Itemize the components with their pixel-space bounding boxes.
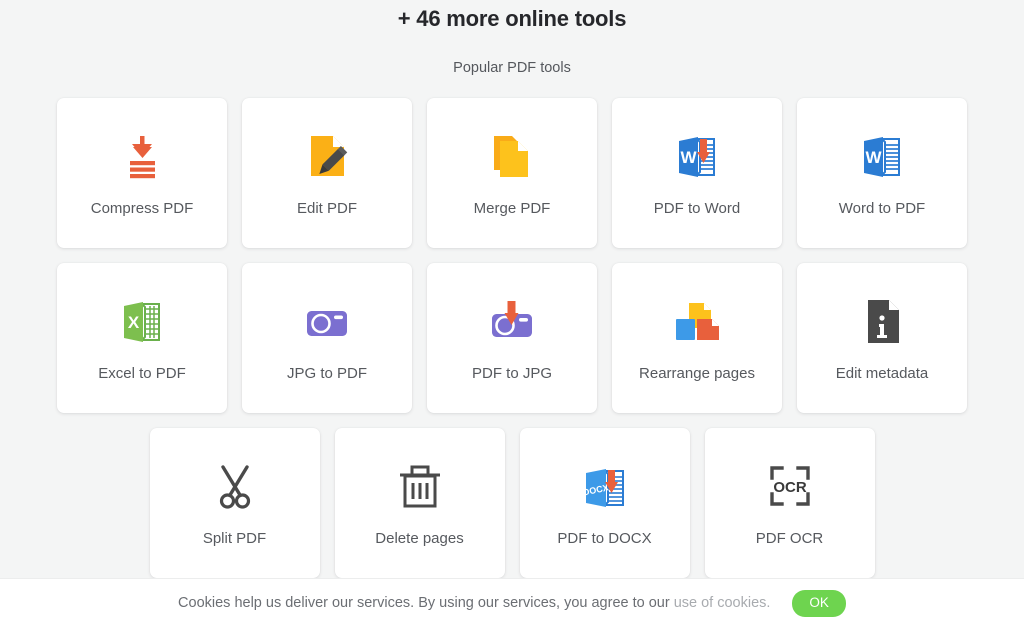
tools-grid: Compress PDF Edit PDF Merge PDF W PDF to… [0, 77, 1024, 578]
tool-label: Rearrange pages [639, 365, 755, 382]
tool-label: JPG to PDF [286, 365, 368, 382]
camera-icon [299, 293, 355, 349]
tool-label: Delete pages [375, 530, 464, 547]
tool-card-split-pdf[interactable]: Split PDF [149, 428, 320, 578]
svg-text:OCR: OCR [773, 479, 807, 496]
tool-card-excel-to-pdf[interactable]: X Excel to PDF [57, 263, 227, 413]
tool-card-pdf-ocr[interactable]: OCR PDF OCR [704, 428, 875, 578]
tool-label: Word to PDF [838, 200, 926, 217]
tools-page: + 46 more online tools Popular PDF tools… [0, 0, 1024, 627]
tool-card-delete-pages[interactable]: Delete pages [334, 428, 505, 578]
compress-arrow-icon [114, 128, 170, 184]
tool-label: PDF to DOCX [557, 530, 652, 547]
word-download-icon: W [669, 128, 725, 184]
tool-card-pdf-to-jpg[interactable]: PDF to JPG [427, 263, 597, 413]
scissors-icon [207, 458, 263, 514]
tool-label: PDF to JPG [471, 365, 553, 382]
svg-text:W: W [865, 148, 882, 167]
tool-label: Merge PDF [473, 200, 551, 217]
tool-card-pdf-to-word[interactable]: W PDF to Word [612, 98, 782, 248]
tool-label: Compress PDF [90, 200, 194, 217]
cookie-consent-banner: Cookies help us deliver our services. By… [0, 578, 1024, 627]
tools-row: Split PDF Delete pages DOCX PDF to DOCX … [0, 428, 1024, 578]
tool-card-edit-pdf[interactable]: Edit PDF [242, 98, 412, 248]
page-subtitle: Popular PDF tools [453, 60, 571, 76]
trash-icon [392, 458, 448, 514]
tools-row: Compress PDF Edit PDF Merge PDF W PDF to… [0, 98, 1024, 248]
tool-label: Excel to PDF [98, 365, 186, 382]
three-pages-icon [669, 293, 725, 349]
page-title: + 46 more online tools [397, 6, 627, 31]
tools-row: X Excel to PDF JPG to PDF PDF to JPG Rea… [0, 263, 1024, 413]
tool-card-rearrange-pages[interactable]: Rearrange pages [612, 263, 782, 413]
docx-download-icon: DOCX [577, 458, 633, 514]
document-info-icon [854, 293, 910, 349]
document-pencil-icon [299, 128, 355, 184]
excel-document-icon: X [114, 293, 170, 349]
tool-label: PDF OCR [755, 530, 824, 547]
camera-download-icon [484, 293, 540, 349]
two-documents-icon [484, 128, 540, 184]
ocr-frame-icon: OCR [762, 458, 818, 514]
tool-card-word-to-pdf[interactable]: W Word to PDF [797, 98, 967, 248]
tool-card-merge-pdf[interactable]: Merge PDF [427, 98, 597, 248]
tool-label: Edit metadata [835, 365, 929, 382]
tool-card-jpg-to-pdf[interactable]: JPG to PDF [242, 263, 412, 413]
tool-card-compress-pdf[interactable]: Compress PDF [57, 98, 227, 248]
cookie-message: Cookies help us deliver our services. By… [178, 595, 670, 611]
tool-label: Split PDF [202, 530, 267, 547]
tool-card-edit-metadata[interactable]: Edit metadata [797, 263, 967, 413]
tool-card-pdf-to-docx[interactable]: DOCX PDF to DOCX [519, 428, 690, 578]
tool-label: Edit PDF [296, 200, 357, 217]
cookie-ok-button[interactable]: OK [792, 589, 846, 617]
use-of-cookies-link[interactable]: use of cookies. [674, 595, 771, 611]
tool-label: PDF to Word [653, 200, 741, 217]
svg-text:X: X [128, 313, 140, 332]
word-document-icon: W [854, 128, 910, 184]
svg-text:W: W [680, 148, 697, 167]
